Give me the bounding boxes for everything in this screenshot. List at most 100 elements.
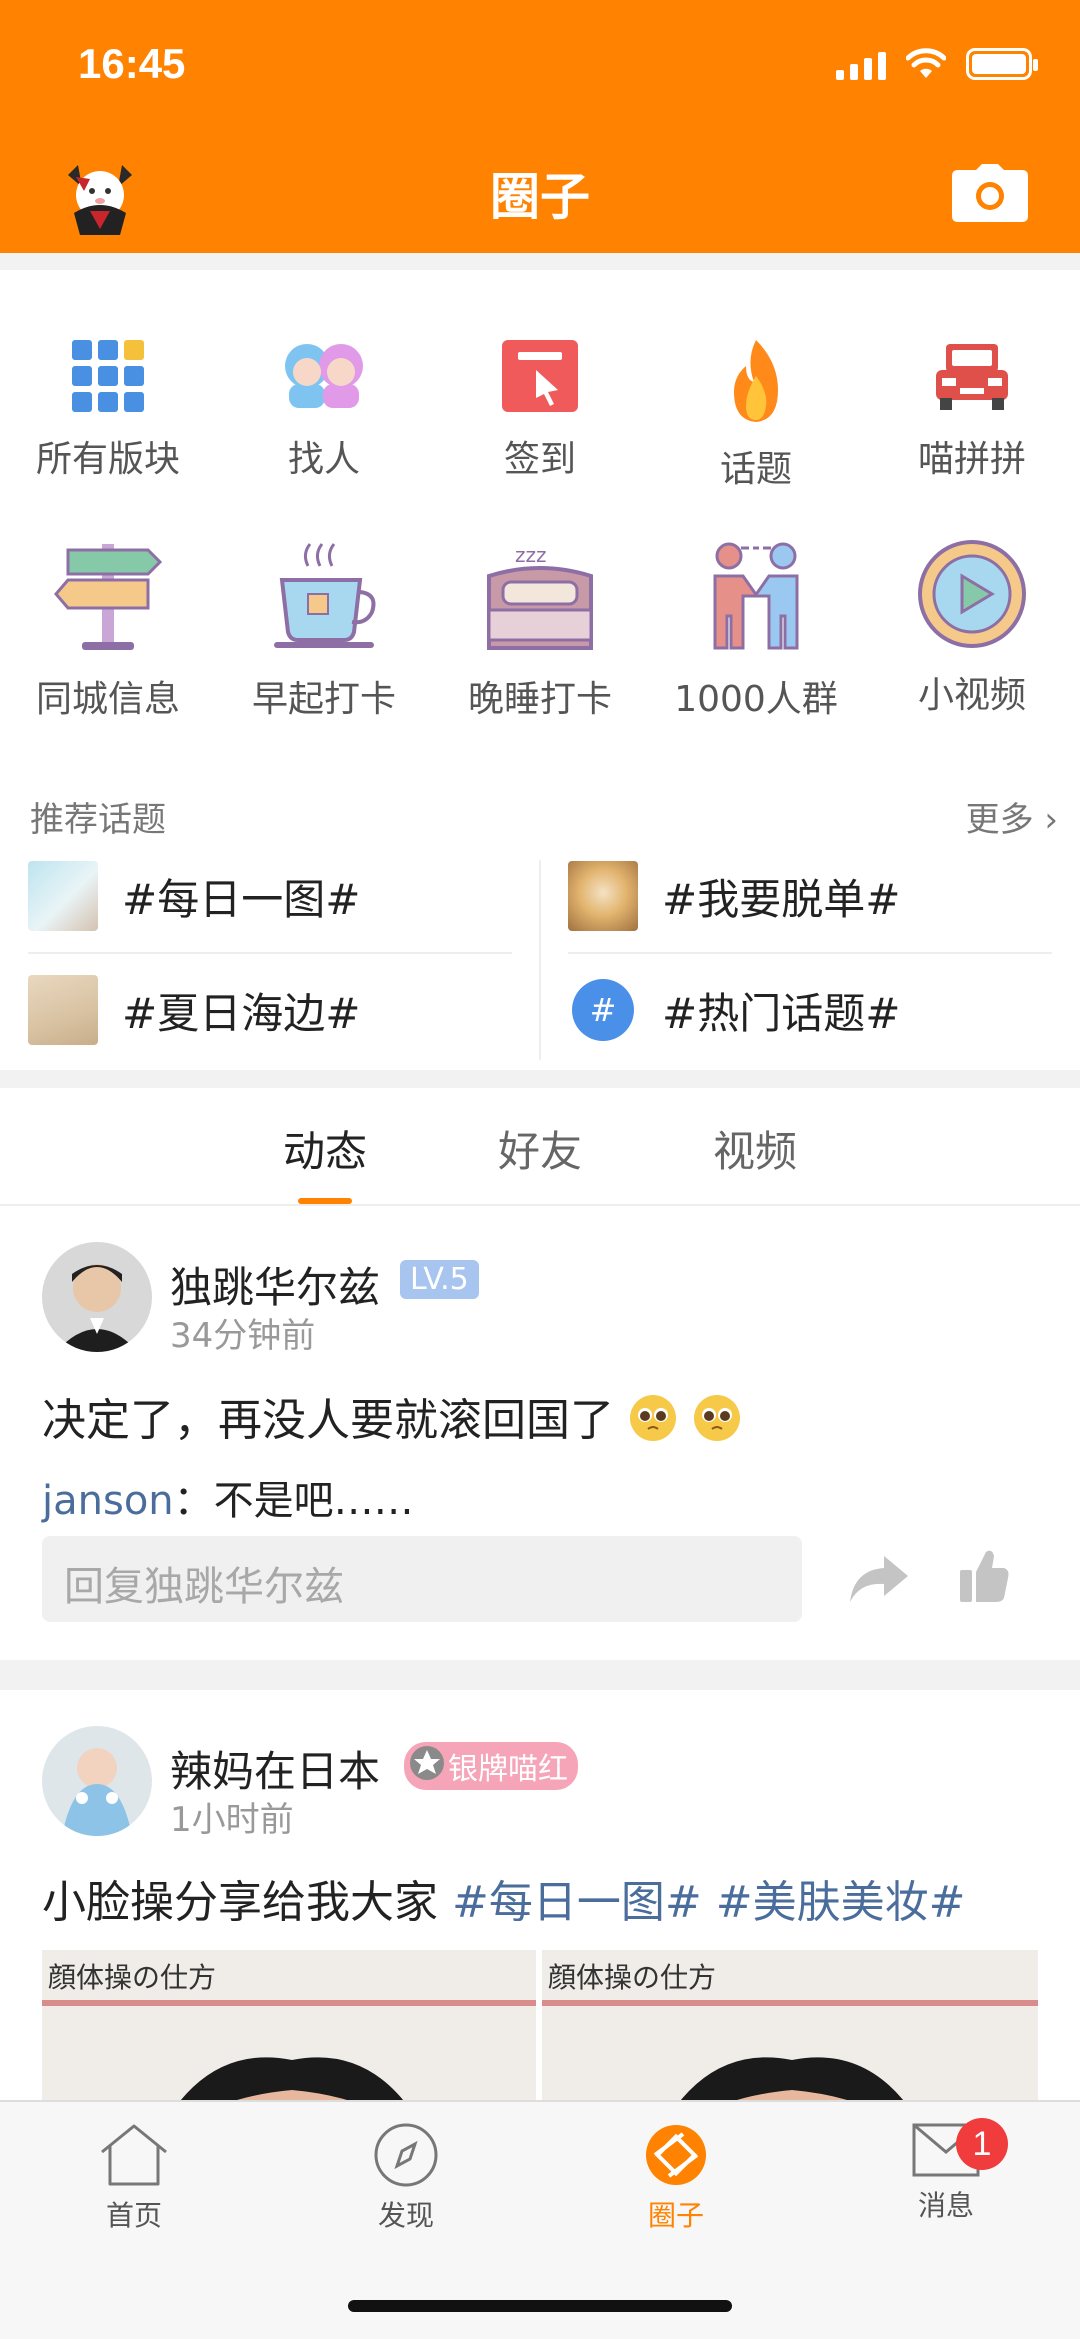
grid-icon	[72, 340, 144, 412]
svg-text:zzz: zzz	[515, 543, 547, 567]
post-username[interactable]: 辣妈在日本	[170, 1738, 380, 1799]
avatar[interactable]	[42, 1242, 152, 1352]
menu-item-local-info[interactable]: 同城信息	[0, 536, 216, 722]
topic-find-partner[interactable]: #我要脱单#	[568, 846, 900, 946]
feed-tabs: 动态 好友 视频	[0, 1088, 1080, 1206]
topic-tag: #热门话题#	[662, 988, 901, 1038]
divider	[568, 952, 1052, 954]
photo-divider	[42, 2000, 536, 2006]
play-icon	[918, 540, 1026, 648]
like-icon[interactable]	[958, 1546, 1010, 1604]
wifi-icon	[906, 48, 946, 78]
menu-label: 话题	[719, 449, 792, 490]
bed-icon: zzz	[487, 543, 593, 650]
topic-thumbnail	[28, 861, 98, 931]
people-icon	[285, 344, 363, 408]
circle-aperture-icon	[646, 2125, 706, 2185]
battery-icon	[966, 48, 1038, 80]
menu-item-early-riser[interactable]: 早起打卡	[216, 536, 432, 722]
nav-label: 首页	[105, 2199, 162, 2232]
tab-friends[interactable]: 好友	[460, 1118, 620, 1179]
menu-label: 早起打卡	[251, 679, 396, 720]
menu-item-late-sleeper[interactable]: zzz 晚睡打卡	[432, 536, 648, 722]
menu-item-carpool[interactable]: 喵拼拼	[864, 336, 1080, 482]
silver-badge: 银牌喵红	[404, 1742, 578, 1790]
menu-label: 小视频	[917, 675, 1026, 716]
avatar-image	[42, 1726, 152, 1836]
top-header: 16:45 圈子	[0, 0, 1080, 253]
cellular-signal-icon	[836, 50, 886, 80]
tea-cup-icon	[274, 543, 376, 648]
more-label: 更多	[965, 800, 1034, 840]
signpost-icon	[54, 544, 163, 650]
menu-label: 所有版块	[35, 439, 180, 480]
chevron-right-icon: ›	[1044, 800, 1058, 840]
handshake-icon	[713, 542, 799, 650]
feed-post: 独跳华尔兹 LV.5 34分钟前 决定了，再没人要就滚回国了 janson：不是…	[0, 1206, 1080, 1660]
message-count-badge: 1	[956, 2118, 1008, 2170]
feature-menu: 所有版块 找人 签到 话题 喵拼拼 同城信息 早起打卡 zzz 晚睡打卡 100…	[0, 270, 1080, 1070]
post-body: 决定了，再没人要就滚回国了	[42, 1384, 742, 1448]
nav-label: 消息	[917, 2189, 974, 2222]
checkin-icon	[502, 340, 578, 412]
menu-label: 找人	[287, 439, 360, 480]
tab-videos[interactable]: 视频	[675, 1118, 835, 1179]
menu-item-short-video[interactable]: 小视频	[864, 536, 1080, 718]
hashtag-icon: #	[572, 979, 634, 1041]
menu-item-1000-group[interactable]: 1000人群	[648, 536, 864, 722]
divider	[28, 952, 512, 954]
app-root: 16:45 圈子 所有版块 找人 签到 话题 喵拼拼 同城信息 早起打卡 zzz…	[0, 0, 1080, 2339]
post-username[interactable]: 独跳华尔兹	[170, 1254, 380, 1315]
svg-text:#: #	[590, 991, 617, 1029]
topic-thumbnail	[568, 861, 638, 931]
post-hashtag[interactable]: #美肤美妆#	[716, 1877, 966, 1928]
menu-item-topics[interactable]: 话题	[648, 336, 864, 492]
reply-input[interactable]: 回复独跳华尔兹	[42, 1536, 802, 1622]
menu-item-checkin[interactable]: 签到	[432, 336, 648, 482]
home-icon	[101, 2124, 167, 2186]
status-icons	[836, 48, 1038, 80]
topic-hot-topics[interactable]: # #热门话题#	[568, 960, 900, 1060]
topic-tag: #我要脱单#	[662, 874, 901, 924]
menu-item-find-people[interactable]: 找人	[216, 336, 432, 482]
post-body: 小脸操分享给我大家 #每日一图# #美肤美妆#	[42, 1866, 965, 1930]
menu-item-all-boards[interactable]: 所有版块	[0, 336, 216, 482]
status-time: 16:45	[78, 40, 186, 87]
share-icon[interactable]	[848, 1552, 910, 1604]
tab-activity[interactable]: 动态	[245, 1118, 405, 1179]
nav-label: 圈子	[647, 2199, 704, 2232]
nav-messages[interactable]: 消息 1	[856, 2118, 1036, 2224]
photo-caption: 顔体操の仕方	[548, 1961, 717, 1994]
photo-divider	[542, 2000, 1038, 2006]
post-comment: janson：不是吧……	[42, 1468, 414, 1526]
post-hashtag[interactable]: #每日一图#	[452, 1877, 702, 1928]
avatar[interactable]	[42, 1726, 152, 1836]
pleading-face-icon	[694, 1395, 740, 1441]
nav-circle[interactable]: 圈子	[586, 2122, 766, 2234]
car-icon	[936, 344, 1008, 410]
menu-label: 喵拼拼	[917, 439, 1026, 480]
menu-label: 签到	[503, 439, 576, 480]
badge-label: 银牌喵红	[448, 1752, 568, 1787]
topic-summer-beach[interactable]: #夏日海边#	[28, 960, 360, 1060]
photo-caption: 顔体操の仕方	[48, 1961, 217, 1994]
topics-more-link[interactable]: 更多 ›	[966, 792, 1058, 841]
avatar-image	[42, 1242, 152, 1352]
menu-label: 晚睡打卡	[467, 679, 612, 720]
nav-home[interactable]: 首页	[44, 2122, 224, 2234]
comment-text: ：不是吧……	[173, 1478, 414, 1524]
post-text: 决定了，再没人要就滚回国了	[42, 1395, 614, 1446]
nav-label: 发现	[377, 2199, 434, 2232]
page-title: 圈子	[490, 168, 590, 226]
topic-tag: #夏日海边#	[122, 988, 361, 1038]
home-indicator	[348, 2300, 732, 2312]
active-tab-indicator	[298, 1198, 352, 1204]
nav-discover[interactable]: 发现	[316, 2122, 496, 2234]
camera-icon[interactable]	[952, 164, 1028, 222]
comment-username[interactable]: janson	[42, 1478, 174, 1524]
menu-label: 同城信息	[35, 679, 180, 720]
post-text: 小脸操分享给我大家	[42, 1877, 438, 1928]
pleading-face-icon	[630, 1395, 676, 1441]
star-icon	[410, 1746, 444, 1780]
topic-daily-photo[interactable]: #每日一图#	[28, 846, 360, 946]
